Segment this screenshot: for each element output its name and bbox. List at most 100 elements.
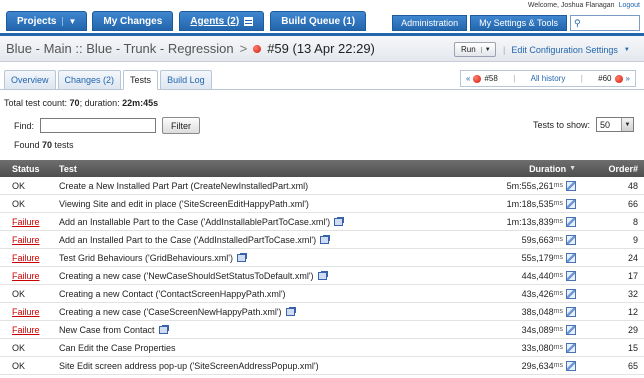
chevron-down-icon[interactable]: ▼ [624,47,630,53]
stacktrace-icon[interactable] [158,325,168,334]
table-body: OK Create a New Installed Part Part (Crea… [0,177,644,375]
tab-overview[interactable]: Overview [4,70,56,90]
history-chart-icon[interactable] [566,270,576,281]
table-row: OK Can Edit the Case Properties 33s,080 ms 1… [0,339,644,357]
status-cell[interactable]: Failure [12,235,40,245]
my-settings-button[interactable]: My Settings & Tools [470,15,567,31]
welcome-text: Welcome, Joshua Flanagan Logout [528,2,640,9]
test-summary: Total test count: 70; duration: 22m:45s [4,98,158,108]
header-test[interactable]: Test [59,164,77,174]
duration-value: 59s,663 [521,234,554,245]
tab-changes[interactable]: Changes (2) [57,70,122,90]
stacktrace-icon[interactable] [237,253,246,262]
status-cell[interactable]: Failure [12,271,40,281]
duration-cell: 33s,080 ms [521,342,576,353]
next-build-link[interactable]: #60 » [598,74,630,83]
stacktrace-icon[interactable] [317,271,327,280]
status-cell[interactable]: Failure [12,307,40,317]
test-name: Can Edit the Case Properties [59,342,176,353]
header-duration[interactable]: Duration ▼ [529,164,576,174]
search-icon: ⚲ [574,17,581,28]
history-chart-icon[interactable] [566,342,576,353]
status-cell: OK [12,198,26,209]
header-status[interactable]: Status [12,164,40,174]
run-button[interactable]: Run ▼ [454,42,496,57]
history-chart-icon[interactable] [566,252,576,263]
duration-unit: ms [553,236,563,243]
test-cell: Creating a new case ('CaseScreenNewHappy… [59,307,295,317]
prev-build-label: #58 [484,74,498,83]
chevron-down-icon[interactable]: ▼ [62,16,76,26]
find-input[interactable] [40,118,157,133]
prev-build-link[interactable]: « #58 [466,74,498,83]
test-cell: Test Grid Behaviours ('GridBehaviours.xm… [59,253,246,263]
chevron-down-icon[interactable]: ▼ [480,46,491,53]
build-tabs: Overview Changes (2) Tests Build Log [4,70,214,90]
stacktrace-icon[interactable] [334,217,344,226]
test-cell: Creating a new Contact ('ContactScreenHa… [59,289,286,299]
duration-cell: 38s,048 ms [522,306,576,317]
test-name: Site Edit screen address pop-up ('SiteSc… [59,360,319,371]
nav-tab-label: Agents (2) [190,15,240,27]
agents-list-icon[interactable] [244,16,254,26]
breadcrumb-project[interactable]: Blue - Main :: Blue - Trunk - Regression [6,41,234,56]
administration-button[interactable]: Administration [392,15,468,31]
status-cell[interactable]: Failure [12,325,40,335]
logout-link[interactable]: Logout [619,2,640,9]
nav-tab-projects[interactable]: Projects ▼ [6,11,88,31]
history-chart-icon[interactable] [566,324,576,335]
duration-cell: 59s,663 ms [521,234,576,245]
search-input[interactable]: ⚲ [570,15,640,31]
table-row: Failure Test Grid Behaviours ('GridBehavi… [0,249,644,267]
summary-duration-label: ; duration: [79,98,123,108]
order-cell: 32 [627,288,638,299]
tests-to-show-label: Tests to show: [532,119,590,130]
chevron-down-icon[interactable]: ▼ [621,118,633,131]
history-chart-icon[interactable] [566,180,576,191]
order-cell: 8 [632,216,638,227]
tab-build-log[interactable]: Build Log [160,70,212,90]
duration-cell: 43s,426 ms [522,288,576,299]
breadcrumb-bar: Blue - Main :: Blue - Trunk - Regression… [0,36,644,62]
test-name: Creating a new Contact ('ContactScreenHa… [59,288,286,299]
history-chart-icon[interactable] [566,360,576,371]
status-cell[interactable]: Failure [12,217,40,227]
status-cell: OK [12,342,26,353]
tab-tests[interactable]: Tests [123,70,159,90]
build-failed-icon [614,74,623,83]
test-cell: Creating a new case ('NewCaseShouldSetSt… [59,271,327,281]
history-chart-icon[interactable] [566,216,576,227]
nav-tab-agents[interactable]: Agents (2) [179,11,265,31]
find-row: Find: Filter [14,117,201,134]
stacktrace-icon[interactable] [285,307,295,316]
test-cell: Site Edit screen address pop-up ('SiteSc… [59,361,319,371]
stacktrace-icon[interactable] [320,235,330,244]
history-chart-icon[interactable] [566,288,576,299]
nav-tab-build-queue[interactable]: Build Queue (1) [270,11,367,31]
history-chart-icon[interactable] [566,234,576,245]
edit-configuration-link[interactable]: | Edit Configuration Settings ▼ [503,45,630,55]
test-cell: Add an Installed Part to the Case ('AddI… [59,235,330,245]
sort-descending-icon: ▼ [569,165,576,172]
duration-value: 55s,179 [521,252,554,263]
build-navigation: « #58 | All history | #60 » [460,70,636,87]
status-cell[interactable]: Failure [12,253,40,263]
history-chart-icon[interactable] [566,198,576,209]
all-history-link[interactable]: All history [531,74,566,83]
test-name: Viewing Site and edit in place ('SiteScr… [59,198,309,209]
test-cell: Add an Installable Part to the Case ('Ad… [59,217,344,227]
duration-value: 5m:55s,261 [506,180,554,191]
test-name: Creating a new case ('NewCaseShouldSetSt… [59,270,314,281]
test-cell: New Case from Contact [59,325,168,335]
summary-count-label: Total test count: [4,98,70,108]
test-cell: Create a New Installed Part Part (Create… [59,181,308,191]
duration-value: 33s,080 [521,342,554,353]
order-cell: 29 [627,324,638,335]
tests-to-show-select[interactable]: 50 ▼ [596,117,634,132]
history-chart-icon[interactable] [566,306,576,317]
build-number: #59 (13 Apr 22:29) [267,41,375,56]
filter-button[interactable]: Filter [162,117,201,134]
header-order[interactable]: Order# [608,164,638,174]
nav-tab-my-changes[interactable]: My Changes [92,11,174,31]
order-cell: 17 [627,270,638,281]
